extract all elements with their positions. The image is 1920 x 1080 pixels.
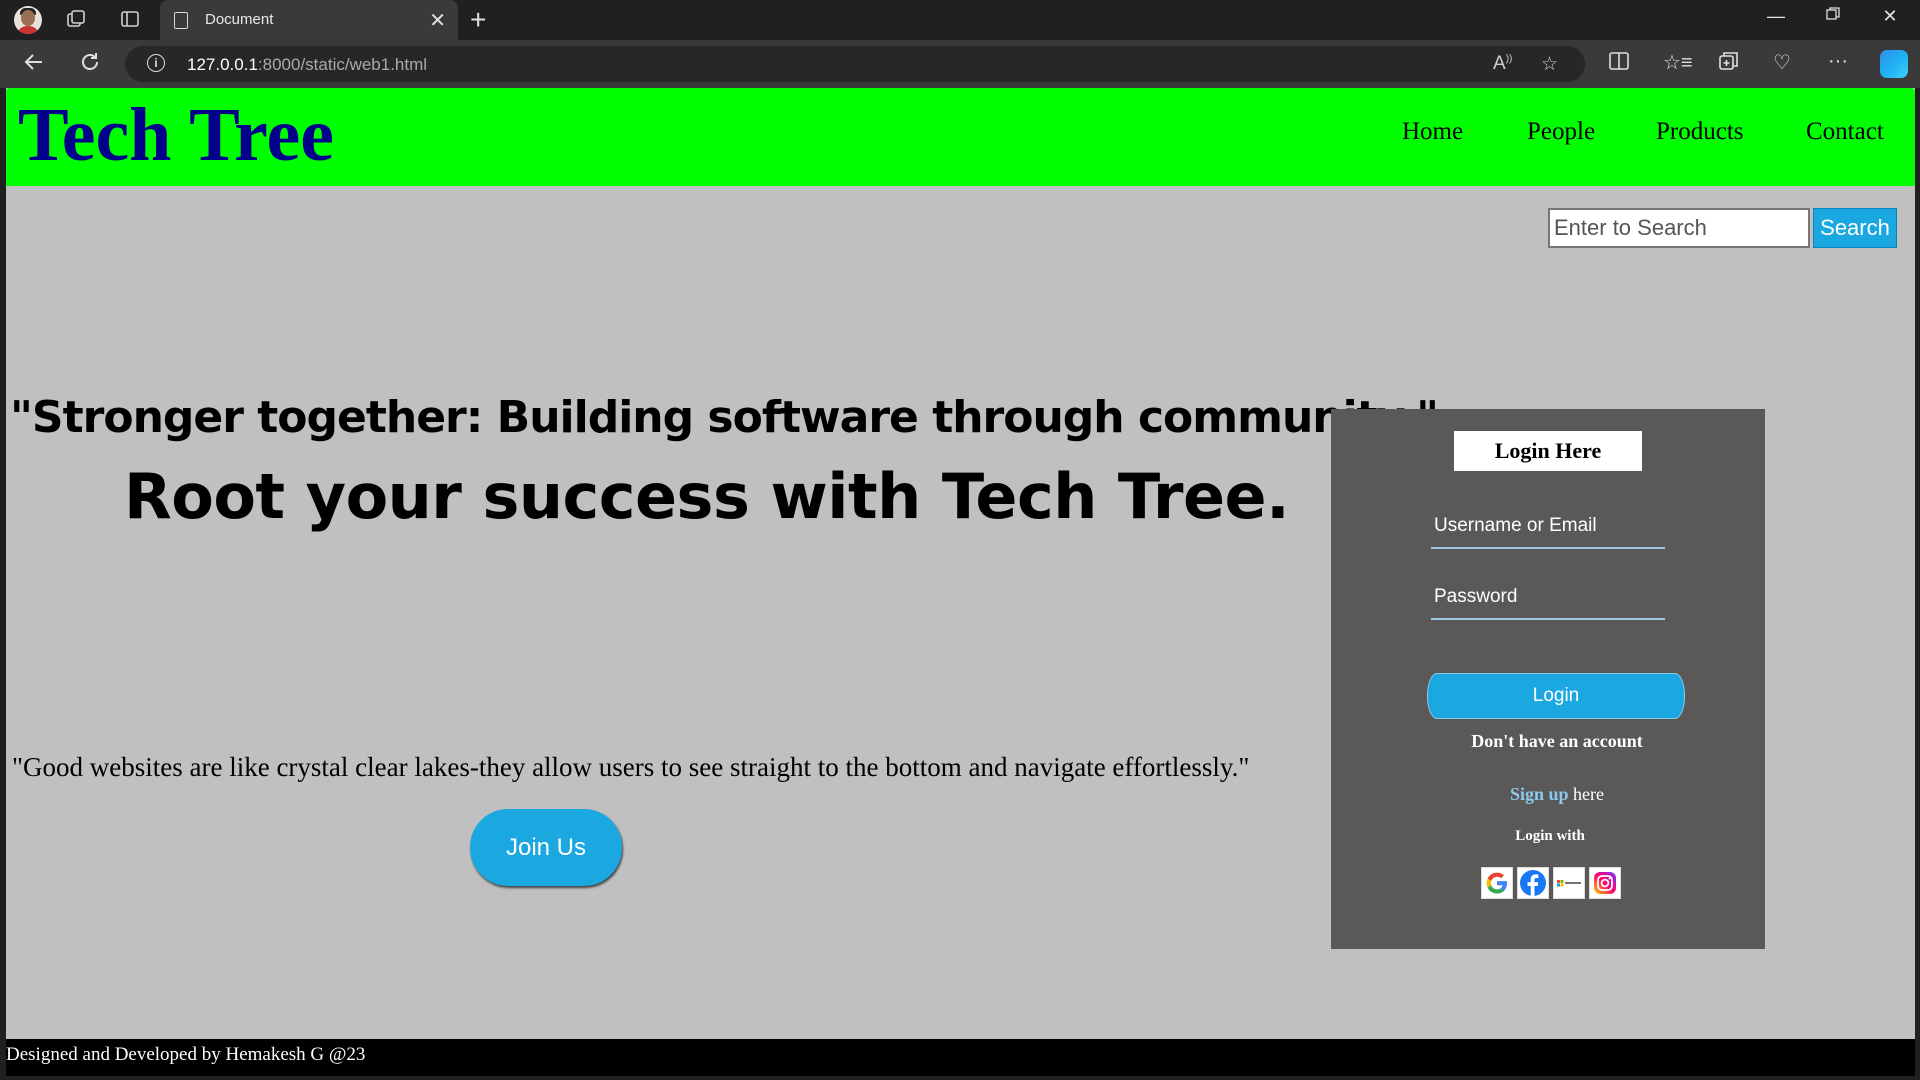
address-bar[interactable]: i 127.0.0.1:8000/static/web1.html A)) ☆ xyxy=(125,46,1585,82)
browser-essentials-icon[interactable]: ♡ xyxy=(1773,50,1791,75)
close-tab-icon[interactable]: ✕ xyxy=(429,8,446,33)
back-icon[interactable] xyxy=(22,50,46,80)
url-text: 127.0.0.1:8000/static/web1.html xyxy=(187,55,428,74)
login-with-label: Login with xyxy=(1515,828,1585,844)
read-aloud-icon[interactable]: A)) xyxy=(1493,53,1512,75)
collections-icon[interactable] xyxy=(1718,50,1740,78)
minimize-icon[interactable]: — xyxy=(1756,6,1796,27)
tab-title: Document xyxy=(205,11,274,28)
favorites-icon[interactable]: ☆≡ xyxy=(1663,50,1693,75)
site-logo-text: Tech Tree xyxy=(18,93,334,177)
join-us-button[interactable]: Join Us xyxy=(470,809,622,886)
search-button[interactable]: Search xyxy=(1813,208,1897,248)
restore-icon[interactable] xyxy=(1813,6,1853,27)
browser-toolbar: i 127.0.0.1:8000/static/web1.html A)) ☆ … xyxy=(0,40,1920,88)
google-icon[interactable] xyxy=(1481,867,1513,899)
no-account-text: Don't have an account xyxy=(1471,731,1643,751)
refresh-icon[interactable] xyxy=(78,50,102,80)
browser-tab-bar: Document ✕ + — ✕ xyxy=(0,0,1920,40)
search-input[interactable] xyxy=(1548,208,1810,248)
websites-quote: "Good websites are like crystal clear la… xyxy=(12,752,1250,782)
nav-home[interactable]: Home xyxy=(1402,118,1463,146)
favorite-star-icon[interactable]: ☆ xyxy=(1541,53,1558,76)
nav-products[interactable]: Products xyxy=(1656,118,1744,146)
password-field[interactable] xyxy=(1431,576,1665,620)
hero-tagline: Root your success with Tech Tree. xyxy=(124,460,1290,533)
new-tab-icon[interactable]: + xyxy=(470,4,486,36)
signup-suffix: here xyxy=(1568,784,1605,804)
web-page: Tech Tree Home People Products Contact S… xyxy=(6,88,1915,1076)
profile-avatar[interactable] xyxy=(14,6,42,34)
nav-contact[interactable]: Contact xyxy=(1806,118,1884,146)
vertical-tabs-icon[interactable] xyxy=(118,8,142,32)
site-footer: Designed and Developed by Hemakesh G @23 xyxy=(6,1039,1915,1076)
nav-people[interactable]: People xyxy=(1527,118,1595,146)
username-field[interactable] xyxy=(1431,505,1665,549)
more-options-icon[interactable]: ··· xyxy=(1828,50,1848,73)
site-info-icon[interactable]: i xyxy=(147,54,165,72)
browser-tab-active[interactable]: Document ✕ xyxy=(160,0,458,40)
signup-link[interactable]: Sign up xyxy=(1510,784,1569,804)
split-screen-icon[interactable] xyxy=(1608,50,1630,78)
login-panel: Login Here Login Don't have an account S… xyxy=(1331,409,1765,949)
instagram-icon[interactable] xyxy=(1589,867,1621,899)
facebook-icon[interactable] xyxy=(1517,867,1549,899)
copilot-icon[interactable] xyxy=(1880,50,1908,78)
close-window-icon[interactable]: ✕ xyxy=(1870,6,1910,27)
footer-credit: Designed and Developed by Hemakesh G @23 xyxy=(6,1044,366,1065)
document-icon xyxy=(174,12,188,29)
login-button[interactable]: Login xyxy=(1427,673,1685,719)
workspaces-icon[interactable] xyxy=(64,8,88,32)
signup-line: Sign up here xyxy=(1331,784,1783,805)
site-header: Tech Tree Home People Products Contact xyxy=(6,88,1915,186)
login-title: Login Here xyxy=(1454,431,1642,471)
microsoft-icon[interactable] xyxy=(1553,867,1585,899)
community-quote: "Stronger together: Building software th… xyxy=(10,392,1439,443)
